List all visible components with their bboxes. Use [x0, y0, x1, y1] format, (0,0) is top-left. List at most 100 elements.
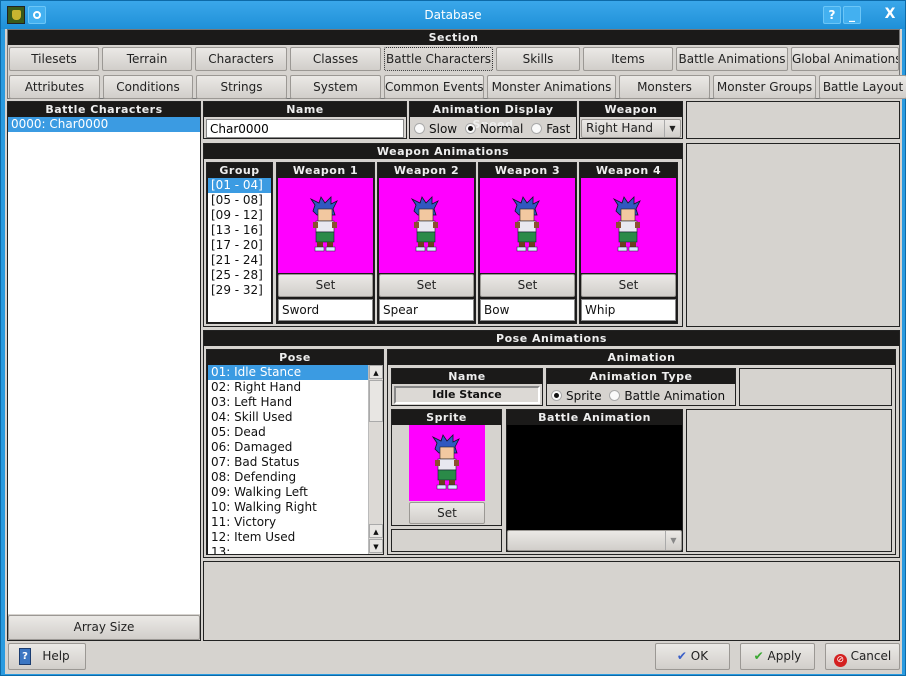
type-sprite-radio[interactable]: Sprite: [551, 389, 602, 403]
list-item[interactable]: 0000: Char0000: [8, 117, 200, 132]
name-input[interactable]: [206, 119, 404, 138]
section-tab-classes[interactable]: Classes: [290, 47, 381, 71]
pose-list-item[interactable]: 06: Damaged: [208, 440, 368, 455]
weapon-name-input[interactable]: Whip: [581, 299, 676, 321]
type-battle-animation-radio[interactable]: Battle Animation: [609, 389, 725, 403]
battle-characters-list[interactable]: 0000: Char0000: [8, 117, 200, 614]
weapon-set-button[interactable]: Set: [379, 274, 474, 297]
section-tab-items[interactable]: Items: [583, 47, 673, 71]
sprite-animation-group: Sprite Animation Set: [391, 409, 502, 526]
weapon-preview: [581, 178, 676, 273]
section-tab-terrain[interactable]: Terrain: [102, 47, 192, 71]
scroll-up-icon[interactable]: ▲: [369, 365, 383, 379]
section-tab-monsters[interactable]: Monsters: [619, 75, 710, 99]
help-button[interactable]: ? Help: [8, 643, 86, 670]
speed-fast-radio[interactable]: Fast: [531, 122, 570, 136]
group-list-item[interactable]: [05 - 08]: [208, 193, 271, 208]
weapon-name-input[interactable]: Bow: [480, 299, 575, 321]
weapon-animations-header: Weapon Animations: [204, 144, 682, 159]
chevron-down-icon: ▼: [665, 531, 681, 550]
weapon-header: Weapon 3: [479, 163, 576, 178]
ok-button[interactable]: ✔ OK: [655, 643, 730, 670]
animation-type-header: Animation Type: [547, 369, 735, 384]
weapon-preview: [480, 178, 575, 273]
weapon-set-button[interactable]: Set: [581, 274, 676, 297]
scroll-thumb[interactable]: [369, 380, 383, 422]
section-tab-monster-groups[interactable]: Monster Groups: [713, 75, 816, 99]
section-tab-monster-animations[interactable]: Monster Animations: [487, 75, 616, 99]
group-list-item[interactable]: [13 - 16]: [208, 223, 271, 238]
cancel-button[interactable]: ⊘ Cancel: [825, 643, 900, 670]
pose-name-field[interactable]: Idle Stance: [394, 386, 540, 404]
pose-list-item[interactable]: 09: Walking Left: [208, 485, 368, 500]
minimize-button[interactable]: _: [843, 6, 861, 24]
weapon-name-input[interactable]: Sword: [278, 299, 373, 321]
group-list-item[interactable]: [17 - 20]: [208, 238, 271, 253]
group-list-item[interactable]: [21 - 24]: [208, 253, 271, 268]
close-button[interactable]: X: [881, 6, 899, 24]
group-list-item[interactable]: [09 - 12]: [208, 208, 271, 223]
weapon-header: Weapon 2: [378, 163, 475, 178]
sprite-info-panel: [391, 529, 502, 552]
scroll-up-icon[interactable]: ▲: [369, 524, 383, 538]
pose-animations-header: Pose Animations: [204, 331, 899, 346]
section-tab-attributes[interactable]: Attributes: [9, 75, 100, 99]
section-tab-skills[interactable]: Skills: [496, 47, 580, 71]
section-tab-battle-layout[interactable]: Battle Layout: [819, 75, 906, 99]
section-tab-battle-animations[interactable]: Battle Animations: [676, 47, 788, 71]
database-window: Database ? _ X Section Tilesets Terrain Ch…: [0, 0, 906, 676]
pose-list-item[interactable]: 04: Skill Used: [208, 410, 368, 425]
weapon-display-select[interactable]: Right Hand ▼: [581, 119, 681, 138]
animation-header: Animation: [388, 350, 895, 365]
group-list[interactable]: [01 - 04] [05 - 08] [09 - 12] [13 - 16] [17 …: [208, 178, 271, 322]
pose-list-item[interactable]: 10: Walking Right: [208, 500, 368, 515]
section-tab-tilesets[interactable]: Tilesets: [9, 47, 99, 71]
context-help-button[interactable]: ?: [823, 6, 841, 24]
pose-scrollbar[interactable]: ▲ ▲ ▼: [368, 365, 383, 554]
apply-button[interactable]: ✔ Apply: [740, 643, 815, 670]
speed-slow-radio[interactable]: Slow: [414, 122, 457, 136]
character-sprite-icon: [512, 196, 540, 252]
battle-animation-group: Battle Animation ▼: [506, 409, 683, 552]
battle-characters-group: Battle Characters 0000: Char0000 Array S…: [7, 101, 201, 641]
checkmark-icon: ✔: [753, 649, 764, 663]
weapon-set-button[interactable]: Set: [480, 274, 575, 297]
pose-list-item[interactable]: 11: Victory: [208, 515, 368, 530]
section-tab-battle-characters[interactable]: Battle Characters: [384, 47, 493, 71]
battle-animation-header: Battle Animation: [507, 410, 682, 425]
pose-list-item[interactable]: 01: Idle Stance: [208, 365, 368, 380]
weapon-header: Weapon 1: [277, 163, 374, 178]
pose-list-item[interactable]: 07: Bad Status: [208, 455, 368, 470]
animation-type-radio-row: Sprite Battle Animation: [551, 389, 725, 403]
animation-speed-group: Animation Display Speed Slow Normal Fast: [409, 101, 577, 139]
pose-list-item[interactable]: 13:: [208, 545, 368, 554]
group-list-item[interactable]: [29 - 32]: [208, 283, 271, 298]
pose-list-item[interactable]: 03: Left Hand: [208, 395, 368, 410]
section-tab-global-animations[interactable]: Global Animations: [791, 47, 899, 71]
section-group: Section Tilesets Terrain Characters Classes…: [7, 29, 906, 99]
section-tab-characters[interactable]: Characters: [195, 47, 287, 71]
section-tab-system[interactable]: System: [290, 75, 381, 99]
section-tab-strings[interactable]: Strings: [196, 75, 287, 99]
pose-list[interactable]: 01: Idle Stance 02: Right Hand 03: Left Ha…: [208, 365, 368, 554]
pose-list-item[interactable]: 02: Right Hand: [208, 380, 368, 395]
name-header: Name: [204, 102, 406, 117]
empty-panel-animation-side: [686, 409, 892, 552]
battle-characters-header: Battle Characters: [8, 102, 200, 117]
empty-panel-bottom: [203, 561, 900, 641]
character-sprite-icon: [613, 196, 641, 252]
sprite-set-button[interactable]: Set: [409, 502, 485, 524]
battle-animation-select[interactable]: ▼: [507, 530, 682, 551]
section-tab-conditions[interactable]: Conditions: [103, 75, 193, 99]
array-size-button[interactable]: Array Size: [8, 615, 200, 640]
group-list-item[interactable]: [25 - 28]: [208, 268, 271, 283]
group-list-item[interactable]: [01 - 04]: [208, 178, 271, 193]
weapon-name-input[interactable]: Spear: [379, 299, 474, 321]
pose-list-item[interactable]: 08: Defending: [208, 470, 368, 485]
section-tab-common-events[interactable]: Common Events: [384, 75, 484, 99]
pose-list-item[interactable]: 12: Item Used: [208, 530, 368, 545]
pose-list-item[interactable]: 05: Dead: [208, 425, 368, 440]
speed-normal-radio[interactable]: Normal: [464, 122, 523, 136]
scroll-down-icon[interactable]: ▼: [369, 539, 383, 553]
weapon-set-button[interactable]: Set: [278, 274, 373, 297]
